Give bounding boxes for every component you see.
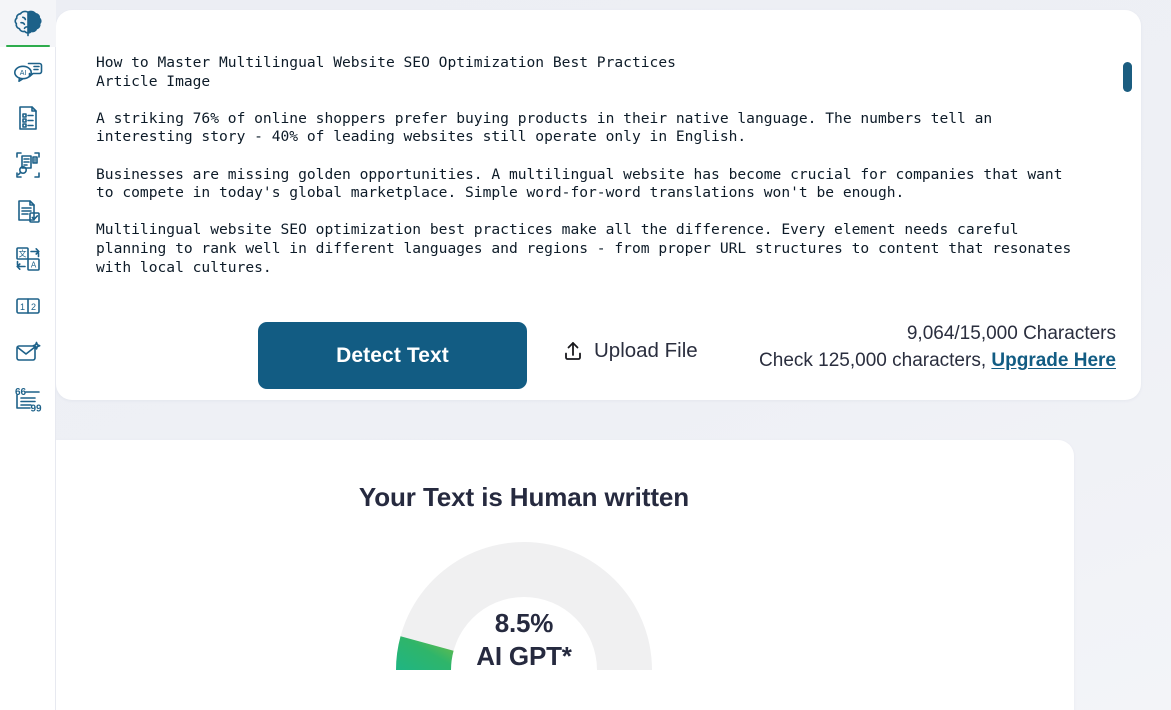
sidebar-item-ai-detector[interactable] <box>0 0 56 47</box>
svg-text:A: A <box>30 260 36 269</box>
character-count: 9,064/15,000 Characters <box>906 323 1116 344</box>
editor-scrollbar[interactable] <box>1123 54 1132 304</box>
sidebar-item-citation-generator[interactable]: 66 99 <box>0 376 56 423</box>
svg-text:2: 2 <box>30 302 35 312</box>
translate-icon: 文 A <box>12 243 44 275</box>
editor-card: How to Master Multilingual Website SEO O… <box>56 10 1141 400</box>
detect-text-button[interactable]: Detect Text <box>258 322 527 389</box>
upgrade-here-link[interactable]: Upgrade Here <box>991 350 1116 371</box>
plagiarism-check-icon <box>12 149 44 181</box>
svg-text:1: 1 <box>19 302 24 312</box>
upgrade-line: Check 125,000 characters, Upgrade Here <box>759 347 1116 375</box>
sidebar: AI 文 A 1 2 66 99 <box>0 0 56 710</box>
sidebar-item-word-counter[interactable]: 1 2 <box>0 282 56 329</box>
sidebar-item-ai-chat[interactable]: AI <box>0 47 56 94</box>
sidebar-item-ai-email-writer[interactable] <box>0 329 56 376</box>
sidebar-item-translator[interactable]: 文 A <box>0 235 56 282</box>
sidebar-item-content-report[interactable] <box>0 94 56 141</box>
upload-file-button[interactable]: Upload File <box>561 339 698 363</box>
svg-text:AI: AI <box>19 70 26 77</box>
editor-scrollbar-thumb[interactable] <box>1123 62 1132 92</box>
svg-text:文: 文 <box>18 248 26 258</box>
result-card: Your Text is Human written 8.5% AI GPT* <box>0 440 1074 710</box>
upload-arrow-icon <box>561 339 585 363</box>
editor-action-row: Detect Text Upload File 9,064/15,000 Cha… <box>96 313 1121 397</box>
gauge-svg <box>396 542 652 670</box>
upgrade-prefix-text: Check 125,000 characters, <box>759 350 992 371</box>
app-root: AI 文 A 1 2 66 99 How to Master Multiling… <box>0 0 1171 710</box>
document-list-icon <box>13 103 43 133</box>
sidebar-item-plagiarism-checker[interactable] <box>0 141 56 188</box>
word-counter-icon: 1 2 <box>13 291 43 321</box>
ai-score-gauge: 8.5% AI GPT* <box>389 535 659 695</box>
svg-text:99: 99 <box>30 403 42 414</box>
document-check-icon <box>13 197 43 227</box>
email-sparkle-icon <box>12 337 44 369</box>
sidebar-item-grammar-checker[interactable] <box>0 188 56 235</box>
upload-file-label: Upload File <box>594 339 698 362</box>
character-info: 9,064/15,000 Characters Check 125,000 ch… <box>759 320 1116 375</box>
result-title: Your Text is Human written <box>358 482 690 512</box>
citation-quote-icon: 66 99 <box>12 384 44 416</box>
text-input-area[interactable]: How to Master Multilingual Website SEO O… <box>96 54 1116 299</box>
brain-ai-detector-icon <box>11 7 45 41</box>
ai-chat-bubbles-icon: AI <box>12 55 44 87</box>
